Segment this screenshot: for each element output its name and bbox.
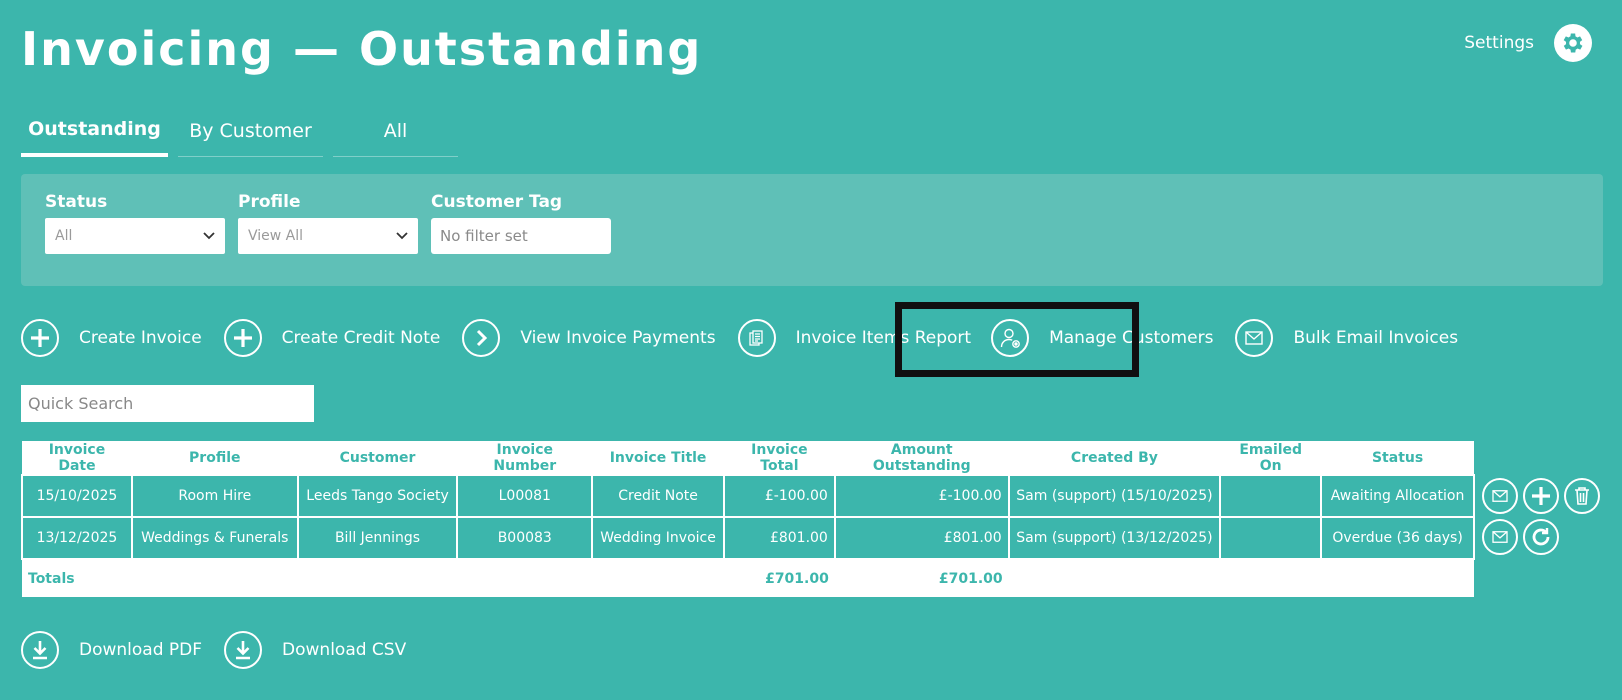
tab-bar: Outstanding By Customer All	[21, 105, 458, 157]
email-invoice-icon[interactable]	[1482, 519, 1518, 555]
totals-empty	[131, 559, 298, 597]
bulk-email-invoices-button[interactable]: Bulk Email Invoices	[1235, 318, 1458, 358]
status-select-value: All	[55, 228, 73, 244]
email-invoice-icon[interactable]	[1482, 478, 1518, 514]
download-pdf-button[interactable]: Download PDF	[21, 630, 202, 670]
cell-emailed-on	[1219, 516, 1323, 560]
settings-link[interactable]: Settings	[1464, 33, 1534, 53]
download-csv-label: Download CSV	[282, 640, 407, 660]
column-header[interactable]: Invoice Total	[723, 441, 835, 475]
cell-invoice-date: 13/12/2025	[21, 516, 133, 560]
table-row[interactable]: 13/12/2025 Weddings & Funerals Bill Jenn…	[21, 516, 1475, 560]
create-credit-note-label: Create Credit Note	[281, 328, 441, 348]
cell-invoice-total: £-100.00	[722, 474, 836, 518]
table-header-row: Invoice Date Profile Customer Invoice Nu…	[22, 441, 1474, 475]
create-invoice-button[interactable]: Create Invoice	[21, 318, 202, 358]
totals-empty	[1008, 559, 1221, 597]
tab-outstanding[interactable]: Outstanding	[21, 105, 168, 157]
column-header[interactable]: Created By	[1008, 441, 1221, 475]
cell-customer: Leeds Tango Society	[296, 474, 459, 518]
customer-tag-filter: Customer Tag	[431, 192, 611, 254]
plus-icon	[21, 319, 59, 357]
profile-select-value: View All	[248, 228, 304, 244]
cell-amount-outstanding: £-100.00	[833, 474, 1010, 518]
customer-tag-filter-label: Customer Tag	[431, 192, 563, 212]
cell-customer: Bill Jennings	[296, 516, 459, 560]
status-filter-label: Status	[45, 192, 108, 212]
download-icon	[224, 631, 263, 669]
cell-invoice-date: 15/10/2025	[21, 474, 133, 518]
filter-panel: Status All Profile View All Customer Tag	[21, 174, 1603, 286]
totals-empty	[1321, 559, 1474, 597]
chevron-right-icon	[462, 319, 501, 357]
view-invoice-payments-label: View Invoice Payments	[520, 328, 716, 348]
add-payment-icon[interactable]	[1523, 478, 1559, 514]
cell-invoice-number: B00083	[456, 516, 594, 560]
create-credit-note-button[interactable]: Create Credit Note	[223, 318, 441, 358]
quick-search-input[interactable]	[21, 385, 314, 422]
column-header[interactable]: Emailed On	[1220, 441, 1322, 475]
trash-icon[interactable]	[1564, 478, 1600, 514]
tab-all[interactable]: All	[333, 105, 458, 157]
bulk-email-invoices-label: Bulk Email Invoices	[1293, 328, 1459, 348]
cell-amount-outstanding: £801.00	[833, 516, 1010, 560]
column-header[interactable]: Customer	[297, 441, 458, 475]
profile-select[interactable]: View All	[238, 218, 418, 254]
chevron-down-icon	[396, 232, 408, 240]
table-row[interactable]: 15/10/2025 Room Hire Leeds Tango Society…	[21, 474, 1475, 518]
tab-by-customer[interactable]: By Customer	[178, 105, 323, 157]
totals-row: Totals £701.00 £701.00	[22, 559, 1474, 597]
plus-icon	[223, 319, 262, 357]
action-bar: Create Invoice Create Credit Note View I…	[21, 318, 1458, 358]
column-header[interactable]: Invoice Number	[457, 441, 593, 475]
gear-icon[interactable]	[1554, 24, 1592, 62]
status-filter: Status All	[45, 192, 225, 254]
cell-emailed-on	[1219, 474, 1323, 518]
column-header[interactable]: Invoice Title	[592, 441, 724, 475]
documents-icon	[737, 319, 776, 357]
totals-empty	[457, 559, 593, 597]
totals-invoice-total: £701.00	[723, 559, 835, 597]
totals-label: Totals	[22, 559, 132, 597]
column-header[interactable]: Invoice Date	[22, 441, 132, 475]
cell-invoice-title: Wedding Invoice	[591, 516, 725, 560]
view-invoice-payments-button[interactable]: View Invoice Payments	[462, 318, 716, 358]
cell-invoice-number: L00081	[456, 474, 594, 518]
invoice-table: Invoice Date Profile Customer Invoice Nu…	[21, 441, 1475, 597]
cell-profile: Room Hire	[130, 474, 299, 518]
row-actions	[1482, 478, 1600, 514]
column-header[interactable]: Profile	[131, 441, 298, 475]
refresh-icon[interactable]	[1523, 519, 1559, 555]
column-header[interactable]: Status	[1321, 441, 1474, 475]
create-invoice-label: Create Invoice	[79, 328, 202, 348]
totals-empty	[297, 559, 458, 597]
column-header[interactable]: Amount Outstanding	[834, 441, 1009, 475]
cell-created-by: Sam (support) (13/12/2025)	[1007, 516, 1222, 560]
download-pdf-label: Download PDF	[79, 640, 203, 660]
envelope-icon	[1235, 319, 1274, 357]
highlight-box	[895, 302, 1139, 377]
download-icon	[21, 631, 59, 669]
cell-status: Awaiting Allocation	[1320, 474, 1475, 518]
cell-status: Overdue (36 days)	[1320, 516, 1475, 560]
settings: Settings	[1464, 24, 1592, 62]
chevron-down-icon	[203, 232, 215, 240]
page-title: Invoicing — Outstanding	[21, 22, 703, 76]
row-actions	[1482, 519, 1559, 555]
download-csv-button[interactable]: Download CSV	[224, 630, 406, 670]
cell-created-by: Sam (support) (15/10/2025)	[1007, 474, 1222, 518]
cell-profile: Weddings & Funerals	[130, 516, 299, 560]
totals-empty	[592, 559, 724, 597]
download-bar: Download PDF Download CSV	[21, 630, 406, 670]
profile-filter-label: Profile	[238, 192, 301, 212]
cell-invoice-title: Credit Note	[591, 474, 725, 518]
totals-amount-outstanding: £701.00	[834, 559, 1009, 597]
totals-empty	[1220, 559, 1322, 597]
profile-filter: Profile View All	[238, 192, 418, 254]
customer-tag-input[interactable]	[431, 218, 611, 254]
status-select[interactable]: All	[45, 218, 225, 254]
cell-invoice-total: £801.00	[722, 516, 836, 560]
